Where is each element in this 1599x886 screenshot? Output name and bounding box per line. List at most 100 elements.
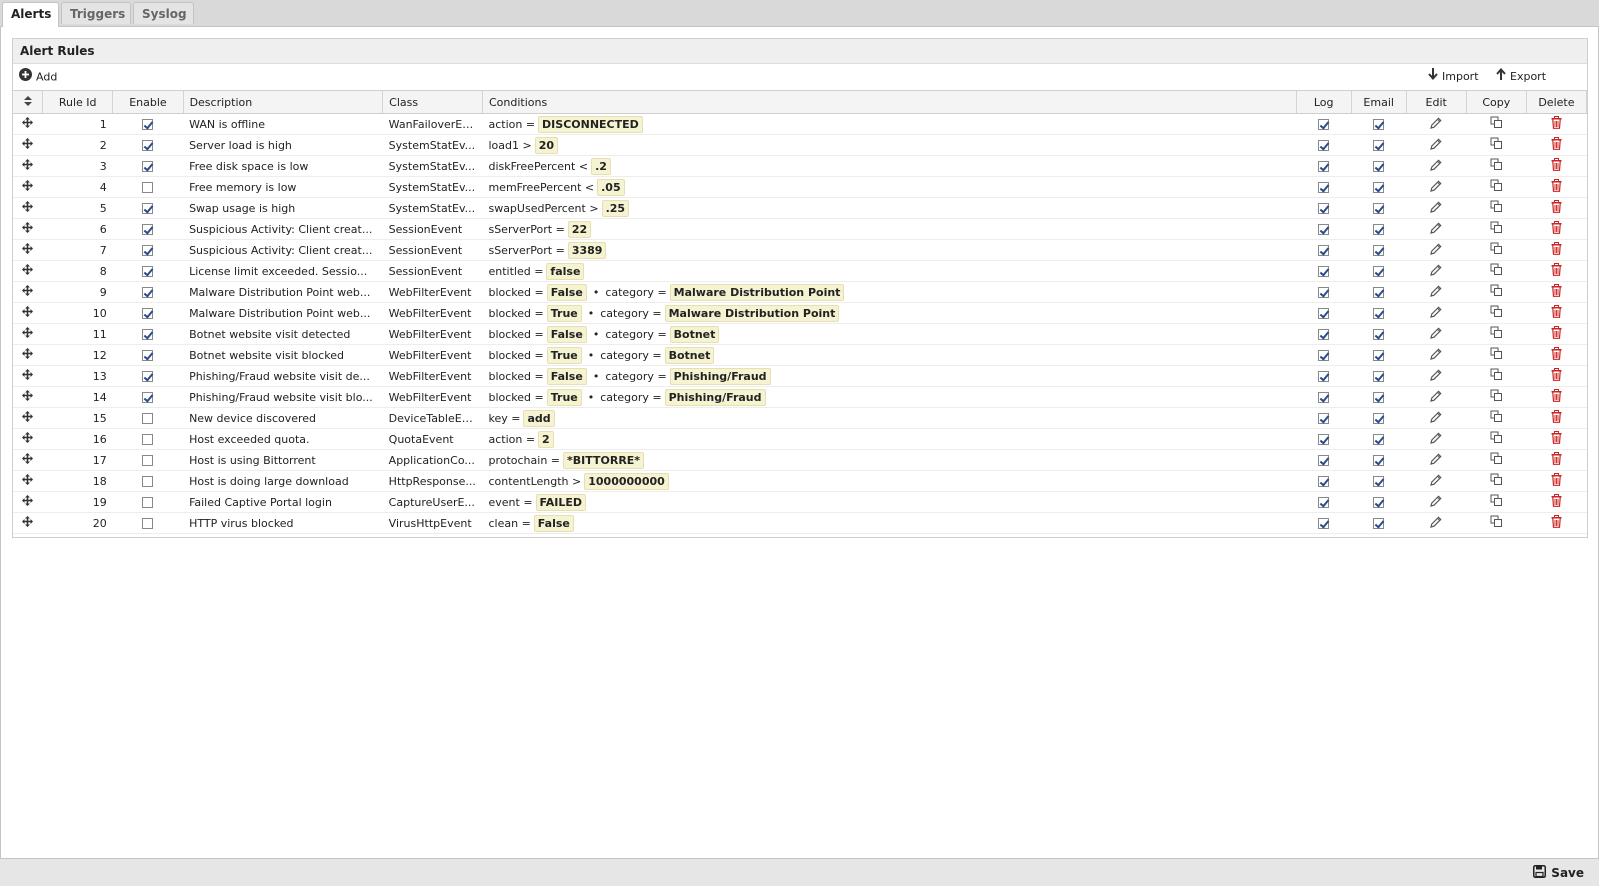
drag-handle[interactable] — [13, 386, 43, 408]
drag-handle[interactable] — [13, 323, 43, 345]
copy-icon[interactable] — [1490, 515, 1503, 531]
copy-icon[interactable] — [1490, 368, 1503, 384]
pencil-icon[interactable] — [1430, 347, 1442, 363]
rule-id-header[interactable]: Rule Id — [42, 91, 114, 114]
drag-handle[interactable] — [13, 365, 43, 387]
pencil-icon[interactable] — [1430, 137, 1442, 153]
email-checkbox[interactable] — [1373, 476, 1385, 487]
copy-icon[interactable] — [1490, 200, 1503, 216]
pencil-icon[interactable] — [1430, 326, 1442, 342]
enable-checkbox[interactable] — [142, 497, 154, 508]
enable-checkbox[interactable] — [142, 203, 154, 214]
email-checkbox[interactable] — [1373, 182, 1385, 193]
drag-handle[interactable] — [13, 239, 43, 261]
table-row[interactable]: 6 Suspicious Activity: Client creat... Ses… — [13, 218, 1587, 240]
enable-checkbox[interactable] — [142, 518, 154, 529]
pencil-icon[interactable] — [1430, 263, 1442, 279]
pencil-icon[interactable] — [1430, 305, 1442, 321]
trash-icon[interactable] — [1551, 347, 1562, 363]
log-checkbox[interactable] — [1318, 119, 1330, 130]
table-row[interactable]: 4 Free memory is low SystemStatEv... memFre… — [13, 176, 1587, 198]
drag-handle[interactable] — [13, 470, 43, 492]
enable-checkbox[interactable] — [142, 329, 154, 340]
description-header[interactable]: Description — [183, 91, 384, 114]
log-checkbox[interactable] — [1318, 476, 1330, 487]
pencil-icon[interactable] — [1430, 242, 1442, 258]
pencil-icon[interactable] — [1430, 158, 1442, 174]
email-checkbox[interactable] — [1373, 140, 1385, 151]
email-checkbox[interactable] — [1373, 287, 1385, 298]
table-row[interactable]: 17 Host is using Bittorrent ApplicationCo.… — [13, 449, 1587, 471]
email-header[interactable]: Email — [1351, 91, 1407, 114]
drag-handle[interactable] — [13, 302, 43, 324]
drag-handle[interactable] — [13, 428, 43, 450]
email-checkbox[interactable] — [1373, 329, 1385, 340]
log-checkbox[interactable] — [1318, 329, 1330, 340]
pencil-icon[interactable] — [1430, 515, 1442, 531]
drag-handle[interactable] — [13, 176, 43, 198]
copy-icon[interactable] — [1490, 473, 1503, 489]
copy-icon[interactable] — [1490, 494, 1503, 510]
save-button[interactable]: Save — [1533, 864, 1584, 882]
table-row[interactable]: 11 Botnet website visit detected WebFilter… — [13, 323, 1587, 345]
enable-checkbox[interactable] — [142, 371, 154, 382]
add-button[interactable]: Add — [19, 68, 57, 86]
email-checkbox[interactable] — [1373, 350, 1385, 361]
enable-checkbox[interactable] — [142, 350, 154, 361]
log-checkbox[interactable] — [1318, 140, 1330, 151]
log-checkbox[interactable] — [1318, 266, 1330, 277]
drag-handle[interactable] — [13, 113, 43, 135]
trash-icon[interactable] — [1551, 263, 1562, 279]
class-header[interactable]: Class — [382, 91, 483, 114]
log-checkbox[interactable] — [1318, 245, 1330, 256]
drag-handle[interactable] — [13, 155, 43, 177]
email-checkbox[interactable] — [1373, 203, 1385, 214]
email-checkbox[interactable] — [1373, 371, 1385, 382]
copy-icon[interactable] — [1490, 452, 1503, 468]
trash-icon[interactable] — [1551, 179, 1562, 195]
table-row[interactable]: 20 HTTP virus blocked VirusHttpEvent clean … — [13, 512, 1587, 534]
trash-icon[interactable] — [1551, 221, 1562, 237]
sort-column-header[interactable] — [13, 91, 44, 114]
log-checkbox[interactable] — [1318, 161, 1330, 172]
enable-checkbox[interactable] — [142, 476, 154, 487]
copy-icon[interactable] — [1490, 326, 1503, 342]
table-row[interactable]: 12 Botnet website visit blocked WebFilterE… — [13, 344, 1587, 366]
trash-icon[interactable] — [1551, 368, 1562, 384]
copy-icon[interactable] — [1490, 410, 1503, 426]
copy-icon[interactable] — [1490, 221, 1503, 237]
enable-checkbox[interactable] — [142, 308, 154, 319]
tab-triggers[interactable]: Triggers — [61, 2, 131, 24]
pencil-icon[interactable] — [1430, 494, 1442, 510]
enable-checkbox[interactable] — [142, 161, 154, 172]
trash-icon[interactable] — [1551, 410, 1562, 426]
email-checkbox[interactable] — [1373, 413, 1385, 424]
pencil-icon[interactable] — [1430, 179, 1442, 195]
enable-checkbox[interactable] — [142, 119, 154, 130]
tab-alerts[interactable]: Alerts — [2, 2, 59, 27]
log-checkbox[interactable] — [1318, 182, 1330, 193]
drag-handle[interactable] — [13, 512, 43, 534]
table-row[interactable]: 9 Malware Distribution Point web... WebFil… — [13, 281, 1587, 303]
drag-handle[interactable] — [13, 218, 43, 240]
enable-checkbox[interactable] — [142, 287, 154, 298]
copy-icon[interactable] — [1490, 116, 1503, 132]
trash-icon[interactable] — [1551, 158, 1562, 174]
enable-checkbox[interactable] — [142, 245, 154, 256]
copy-icon[interactable] — [1490, 179, 1503, 195]
log-checkbox[interactable] — [1318, 371, 1330, 382]
enable-header[interactable]: Enable — [112, 91, 184, 114]
tab-syslog[interactable]: Syslog — [133, 2, 194, 24]
email-checkbox[interactable] — [1373, 119, 1385, 130]
table-row[interactable]: 14 Phishing/Fraud website visit blo... Web… — [13, 386, 1587, 408]
trash-icon[interactable] — [1551, 494, 1562, 510]
table-row[interactable]: 1 WAN is offline WanFailoverEv... action = D… — [13, 113, 1587, 135]
copy-icon[interactable] — [1490, 347, 1503, 363]
pencil-icon[interactable] — [1430, 221, 1442, 237]
import-button[interactable]: Import — [1428, 68, 1479, 86]
trash-icon[interactable] — [1551, 473, 1562, 489]
trash-icon[interactable] — [1551, 326, 1562, 342]
drag-handle[interactable] — [13, 134, 43, 156]
drag-handle[interactable] — [13, 260, 43, 282]
log-checkbox[interactable] — [1318, 224, 1330, 235]
